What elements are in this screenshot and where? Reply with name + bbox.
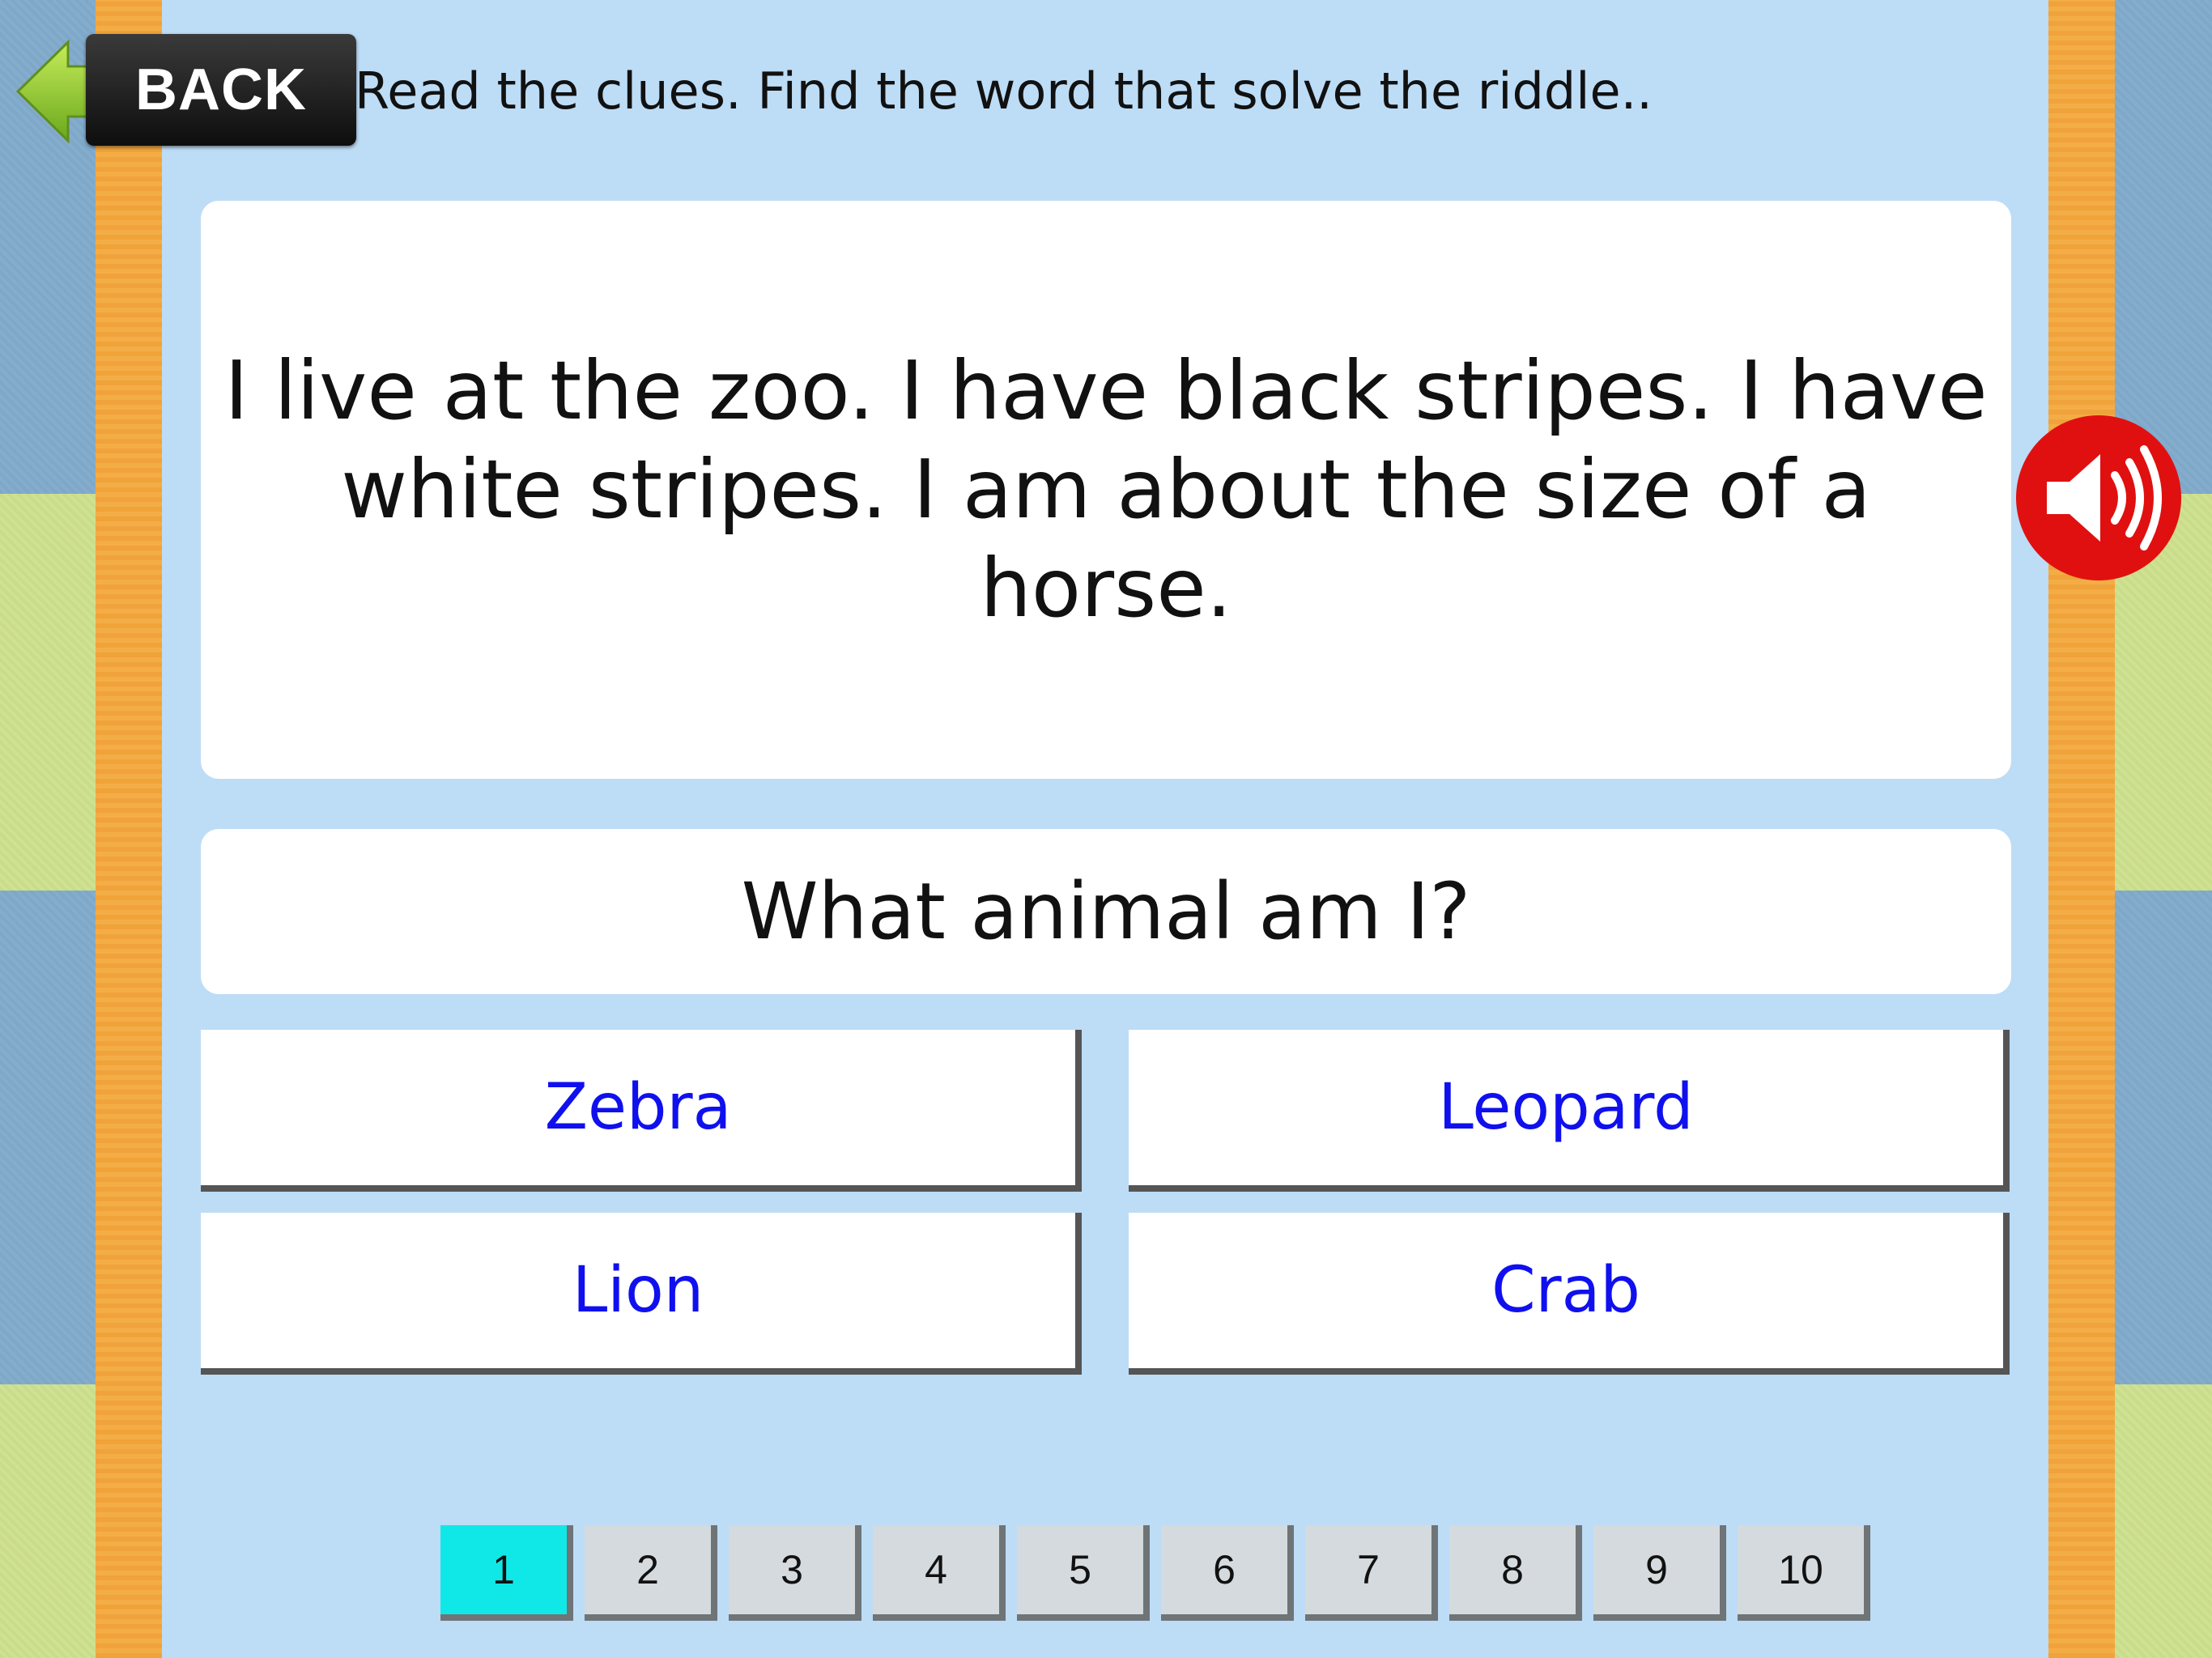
- page-button-3[interactable]: 3: [729, 1525, 861, 1621]
- speaker-icon: [2047, 445, 2162, 551]
- page-button-1[interactable]: 1: [440, 1525, 573, 1621]
- answer-label: Lion: [572, 1254, 704, 1327]
- instruction-text: Read the clues. Find the word that solve…: [355, 62, 1653, 121]
- riddle-text: I live at the zoo. I have black stripes.…: [224, 343, 1988, 636]
- page-button-2[interactable]: 2: [585, 1525, 717, 1621]
- page-button-9[interactable]: 9: [1593, 1525, 1726, 1621]
- answer-label: Leopard: [1438, 1071, 1694, 1144]
- answer-button-crab[interactable]: Crab: [1129, 1213, 2010, 1375]
- answer-button-lion[interactable]: Lion: [201, 1213, 1082, 1375]
- answer-button-leopard[interactable]: Leopard: [1129, 1030, 2010, 1192]
- page-button-5[interactable]: 5: [1017, 1525, 1150, 1621]
- riddle-card: I live at the zoo. I have black stripes.…: [201, 201, 2011, 779]
- page-button-6[interactable]: 6: [1161, 1525, 1294, 1621]
- question-text: What animal am I?: [741, 866, 1471, 957]
- page-button-8[interactable]: 8: [1449, 1525, 1582, 1621]
- page-button-10[interactable]: 10: [1738, 1525, 1870, 1621]
- back-button[interactable]: BACK: [15, 34, 356, 147]
- answer-button-zebra[interactable]: Zebra: [201, 1030, 1082, 1192]
- back-button-label: BACK: [86, 34, 356, 146]
- question-card: What animal am I?: [201, 829, 2011, 994]
- sound-button[interactable]: [2016, 415, 2181, 580]
- page-button-7[interactable]: 7: [1305, 1525, 1438, 1621]
- answer-label: Crab: [1491, 1254, 1640, 1327]
- answer-label: Zebra: [544, 1071, 732, 1144]
- page-button-4[interactable]: 4: [873, 1525, 1006, 1621]
